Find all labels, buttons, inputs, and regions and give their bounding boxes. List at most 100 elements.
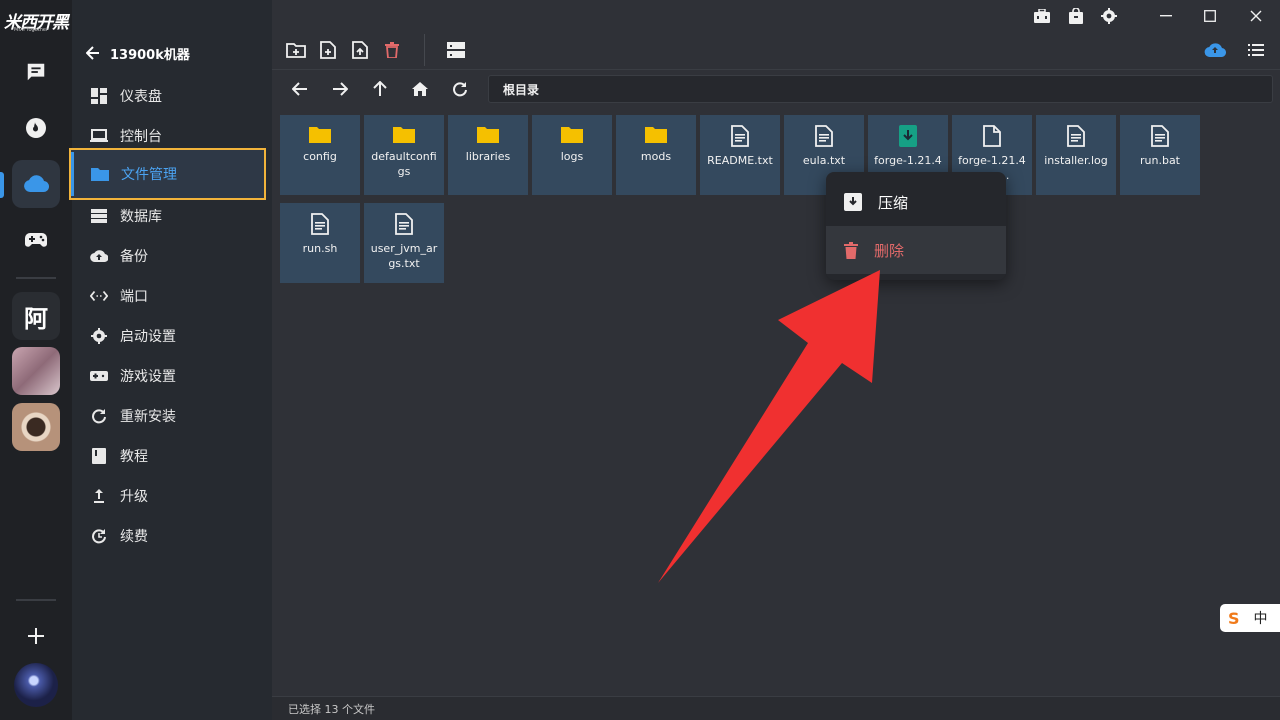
annotation-arrow xyxy=(658,270,880,583)
file-name: logs xyxy=(560,150,584,163)
file-tile[interactable]: run.bat xyxy=(1120,115,1200,195)
book-icon xyxy=(90,447,108,465)
archive-icon xyxy=(844,193,862,211)
chat-icon[interactable] xyxy=(12,48,60,96)
upload-file-icon[interactable] xyxy=(350,40,370,60)
file-name: config xyxy=(303,150,337,163)
cloud-icon[interactable] xyxy=(12,160,60,208)
folder-icon xyxy=(309,127,331,143)
shopping-bag-icon[interactable] xyxy=(1064,4,1088,28)
maximize-icon[interactable] xyxy=(1198,4,1222,28)
sidebar-item-ports[interactable]: 端口 xyxy=(72,276,272,316)
new-file-icon[interactable] xyxy=(318,40,338,60)
toolbar-divider xyxy=(424,34,425,66)
sidebar-item-reinstall[interactable]: 重新安装 xyxy=(72,396,272,436)
sidebar-item-label: 游戏设置 xyxy=(120,369,176,385)
server-name: 13900k机器 xyxy=(110,47,190,63)
forward-arrow-icon[interactable] xyxy=(330,79,350,99)
file-tile[interactable]: libraries xyxy=(448,115,528,195)
back-arrow-icon[interactable] xyxy=(290,79,310,99)
file-tile[interactable]: config xyxy=(280,115,360,195)
folder-icon xyxy=(645,127,667,143)
sidebar-item-label: 仪表盘 xyxy=(120,89,162,105)
sidebar-item-renew[interactable]: 续费 xyxy=(72,516,272,556)
sidebar-item-tutorial[interactable]: 教程 xyxy=(72,436,272,476)
refresh-icon[interactable] xyxy=(450,79,470,99)
fire-icon[interactable] xyxy=(12,104,60,152)
server-avatar-1[interactable] xyxy=(12,347,60,395)
port-arrows-icon xyxy=(90,287,108,305)
file-tile[interactable]: defaultconfigs xyxy=(364,115,444,195)
clock-refresh-icon xyxy=(90,527,108,545)
app-rail: 米西开黑 MIXI Together 阿 xyxy=(0,0,72,720)
dashboard-icon xyxy=(90,87,108,105)
close-icon[interactable] xyxy=(1244,4,1268,28)
sidebar-item-label: 续费 xyxy=(120,529,148,545)
server-sidebar: 13900k机器 仪表盘 控制台 文件管理 数据库 备份 端口 启动设置 游戏设… xyxy=(69,0,272,720)
settings-gear-icon[interactable] xyxy=(1097,4,1121,28)
sidebar-item-dashboard[interactable]: 仪表盘 xyxy=(72,76,272,116)
server-avatar-text[interactable]: 阿 xyxy=(12,292,60,340)
up-arrow-icon[interactable] xyxy=(370,79,390,99)
delete-trash-icon[interactable] xyxy=(382,40,402,60)
ime-language: 中 xyxy=(1253,611,1268,627)
folder-icon xyxy=(393,127,415,143)
database-icon xyxy=(90,207,108,225)
txt-file-icon xyxy=(395,213,413,235)
sidebar-item-game-settings[interactable]: 游戏设置 xyxy=(72,356,272,396)
app-logo: 米西开黑 MIXI Together xyxy=(4,8,69,38)
file-tile[interactable]: mods xyxy=(616,115,696,195)
cloud-sync-icon[interactable] xyxy=(1204,40,1226,60)
sidebar-item-label: 数据库 xyxy=(120,209,162,225)
sidebar-item-startup[interactable]: 启动设置 xyxy=(72,316,272,356)
file-tile[interactable]: README.txt xyxy=(700,115,780,195)
file-name: installer.log xyxy=(1044,154,1108,167)
file-tile[interactable]: installer.log xyxy=(1036,115,1116,195)
new-folder-icon[interactable] xyxy=(286,40,306,60)
home-icon[interactable] xyxy=(410,79,430,99)
file-name: user_jvm_args.txt xyxy=(370,242,438,270)
jar-file-icon xyxy=(899,125,917,147)
file-name: libraries xyxy=(465,150,511,163)
toolbox-icon[interactable] xyxy=(1030,4,1054,28)
server-avatar-2[interactable] xyxy=(12,403,60,451)
sidebar-item-backup[interactable]: 备份 xyxy=(72,236,272,276)
back-to-server[interactable]: 13900k机器 xyxy=(86,42,190,64)
sidebar-item-upgrade[interactable]: 升级 xyxy=(72,476,272,516)
status-bar: 已选择 13 个文件 xyxy=(272,696,1280,720)
rail-active-indicator xyxy=(0,172,4,198)
gamepad-icon[interactable] xyxy=(12,216,60,264)
compress-menu-item[interactable]: 压缩 xyxy=(826,178,1006,226)
compress-label: 压缩 xyxy=(878,193,909,212)
txt-file-icon xyxy=(311,213,329,235)
minimize-icon[interactable] xyxy=(1154,4,1178,28)
file-tile[interactable]: user_jvm_args.txt xyxy=(364,203,444,283)
file-icon xyxy=(983,125,1001,147)
path-navigation: 根目录 xyxy=(272,71,1280,107)
folder-icon xyxy=(477,127,499,143)
user-avatar[interactable] xyxy=(14,663,58,707)
sidebar-item-database[interactable]: 数据库 xyxy=(72,196,272,236)
sidebar-item-label: 教程 xyxy=(120,449,148,465)
path-input[interactable]: 根目录 xyxy=(488,75,1273,103)
ime-widget[interactable]: S 中 xyxy=(1220,604,1280,632)
file-tile[interactable]: logs xyxy=(532,115,612,195)
file-name: forge-1.21.4 xyxy=(874,154,942,167)
list-view-icon[interactable] xyxy=(1246,40,1266,60)
sidebar-item-label: 升级 xyxy=(120,489,148,505)
sidebar-item-files[interactable]: 文件管理 xyxy=(69,148,266,200)
folder-icon xyxy=(561,127,583,143)
file-name: eula.txt xyxy=(802,154,846,167)
refresh-icon xyxy=(90,407,108,425)
txt-file-icon xyxy=(1067,125,1085,147)
rail-divider xyxy=(16,599,56,601)
txt-file-icon xyxy=(815,125,833,147)
cloud-upload-icon xyxy=(90,247,108,265)
sidebar-item-label: 文件管理 xyxy=(121,167,177,183)
file-tile[interactable]: run.sh xyxy=(280,203,360,283)
server-storage-icon[interactable] xyxy=(446,40,466,60)
add-server-icon[interactable] xyxy=(12,612,60,660)
sogou-s-icon: S xyxy=(1228,608,1240,628)
gamepad-icon xyxy=(90,367,108,385)
laptop-icon xyxy=(90,127,108,145)
